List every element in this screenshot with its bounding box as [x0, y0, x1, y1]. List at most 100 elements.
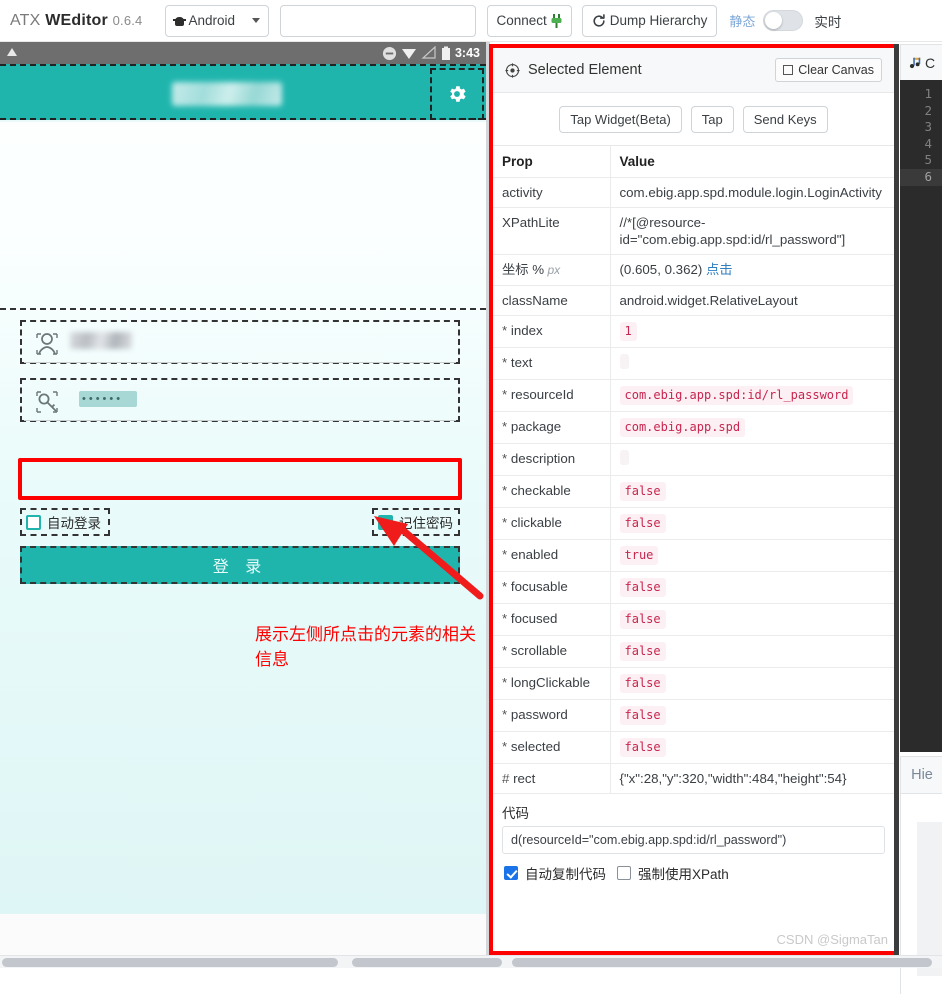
code-editor[interactable]: 123456 — [900, 80, 942, 752]
prop-value-cell: false — [610, 700, 894, 732]
tab-code[interactable]: C — [900, 44, 942, 80]
prop-name-cell: activity — [493, 178, 610, 208]
prop-value-cell: com.ebig.app.spd.module.login.LoginActiv… — [610, 178, 894, 208]
signal-icon — [421, 46, 437, 60]
clear-canvas-button[interactable]: Clear Canvas — [775, 58, 882, 82]
line-number: 2 — [900, 103, 942, 120]
prop-name-cell: * focused — [493, 604, 610, 636]
prop-name-cell: className — [493, 286, 610, 316]
table-row: * focused false — [493, 604, 894, 636]
prop-value-cell: false — [610, 668, 894, 700]
tap-button[interactable]: Tap — [691, 106, 734, 133]
prop-value-code: false — [620, 706, 666, 725]
code-options-row: 自动复制代码 强制使用XPath — [493, 854, 894, 883]
column-header-prop: Prop — [493, 146, 610, 178]
prop-value-cell: false — [610, 508, 894, 540]
prop-value-code: false — [620, 578, 666, 597]
send-keys-button[interactable]: Send Keys — [743, 106, 828, 133]
prop-value-cell: false — [610, 732, 894, 764]
table-row: * resourceIdcom.ebig.app.spd:id/rl_passw… — [493, 380, 894, 412]
line-number: 5 — [900, 152, 942, 169]
battery-icon — [441, 46, 451, 61]
username-field[interactable] — [20, 320, 460, 364]
prop-name-cell: # rect — [493, 764, 610, 794]
annotation-text: 展示左侧所点击的元素的相关信息 — [255, 623, 485, 673]
static-live-toggle[interactable] — [763, 10, 803, 31]
checkbox-square-icon — [26, 515, 41, 530]
table-row: * index1 — [493, 316, 894, 348]
required-star: * — [502, 451, 511, 466]
table-row: * clickablefalse — [493, 508, 894, 540]
prop-value-cell: android.widget.RelativeLayout — [610, 286, 894, 316]
connect-button[interactable]: Connect — [487, 5, 572, 37]
coord-click-link[interactable]: 点击 — [702, 262, 732, 277]
table-row: * enabledtrue — [493, 540, 894, 572]
prop-value-cell: false — [610, 636, 894, 668]
scrollbar-thumb-left[interactable] — [2, 958, 338, 967]
settings-button[interactable] — [430, 68, 484, 120]
auto-login-checkbox[interactable]: 自动登录 — [20, 508, 110, 536]
hierarchy-tree-area[interactable] — [917, 822, 942, 976]
wifi-icon — [401, 46, 417, 60]
line-number: 4 — [900, 136, 942, 153]
tab-hierarchy[interactable]: Hie — [900, 756, 942, 794]
prop-name-cell: * text — [493, 348, 610, 380]
prop-value-code: false — [620, 514, 666, 533]
prop-value-code: false — [620, 610, 666, 629]
force-xpath-checkbox[interactable] — [617, 866, 631, 880]
prop-value-code: com.ebig.app.spd:id/rl_password — [620, 386, 854, 405]
prop-name: scrollable — [511, 643, 567, 658]
platform-select[interactable]: Android — [165, 5, 269, 37]
prop-name: enabled — [511, 547, 558, 562]
scrollbar-thumb-right[interactable] — [512, 958, 932, 967]
auto-copy-checkbox[interactable] — [504, 866, 518, 880]
selected-element-panel: Selected Element Clear Canvas Tap Widget… — [493, 48, 894, 951]
prop-value-cell: com.ebig.app.spd — [610, 412, 894, 444]
prop-name: XPathLite — [502, 215, 560, 230]
table-header-row: Prop Value — [493, 146, 894, 178]
prop-name: password — [511, 707, 568, 722]
properties-table: Prop Value activitycom.ebig.app.spd.modu… — [493, 146, 894, 794]
table-row: * description — [493, 444, 894, 476]
scrollbar-thumb-mid[interactable] — [352, 958, 502, 967]
required-star: * — [502, 675, 511, 690]
watermark: CSDN @SigmaTan — [777, 932, 888, 947]
line-number: 1 — [900, 86, 942, 103]
tap-widget-button[interactable]: Tap Widget(Beta) — [559, 106, 681, 133]
password-value: •••••• — [79, 391, 137, 407]
prop-value-cell: false — [610, 572, 894, 604]
coord-value: (0.605, 0.362) — [620, 262, 703, 277]
required-star: * — [502, 739, 511, 754]
coord-unit-px[interactable]: px — [544, 263, 560, 277]
prop-name: rect — [513, 771, 535, 786]
table-row: * packagecom.ebig.app.spd — [493, 412, 894, 444]
element-actions: Tap Widget(Beta) Tap Send Keys — [493, 93, 894, 146]
password-field[interactable]: •••••• — [20, 378, 460, 422]
app-version: 0.6.4 — [113, 13, 143, 28]
dump-hierarchy-button[interactable]: Dump Hierarchy — [582, 5, 718, 37]
music-note-icon — [908, 56, 922, 70]
prop-value-cell — [610, 444, 894, 476]
prop-value-text: {"x":28,"y":320,"width":484,"height":54} — [620, 771, 847, 786]
horizontal-scrollbar[interactable] — [0, 955, 942, 968]
prop-name: longClickable — [511, 675, 590, 690]
live-mode-label: 实时 — [814, 11, 841, 31]
static-mode-label: 静态 — [729, 11, 755, 30]
prop-name-cell: * checkable — [493, 476, 610, 508]
section-divider — [0, 308, 486, 310]
prop-name-cell: 坐标 % px — [493, 255, 610, 286]
key-icon — [34, 388, 62, 416]
required-star: * — [502, 355, 511, 370]
device-serial-input[interactable] — [280, 5, 476, 37]
selected-element-title: Selected Element — [528, 62, 642, 78]
prop-name: checkable — [511, 483, 571, 498]
generated-code-input[interactable] — [502, 826, 885, 854]
inspector-highlight-frame: Selected Element Clear Canvas Tap Widget… — [489, 44, 898, 955]
device-panel: 3:43 — [0, 42, 490, 960]
device-screen[interactable]: 3:43 — [0, 42, 486, 914]
username-value-blurred — [70, 332, 132, 349]
required-star: * — [502, 419, 511, 434]
password-underline — [24, 420, 456, 421]
table-row: XPathLite//*[@resource-id="com.ebig.app.… — [493, 208, 894, 255]
coord-unit-percent[interactable]: % — [529, 262, 545, 277]
